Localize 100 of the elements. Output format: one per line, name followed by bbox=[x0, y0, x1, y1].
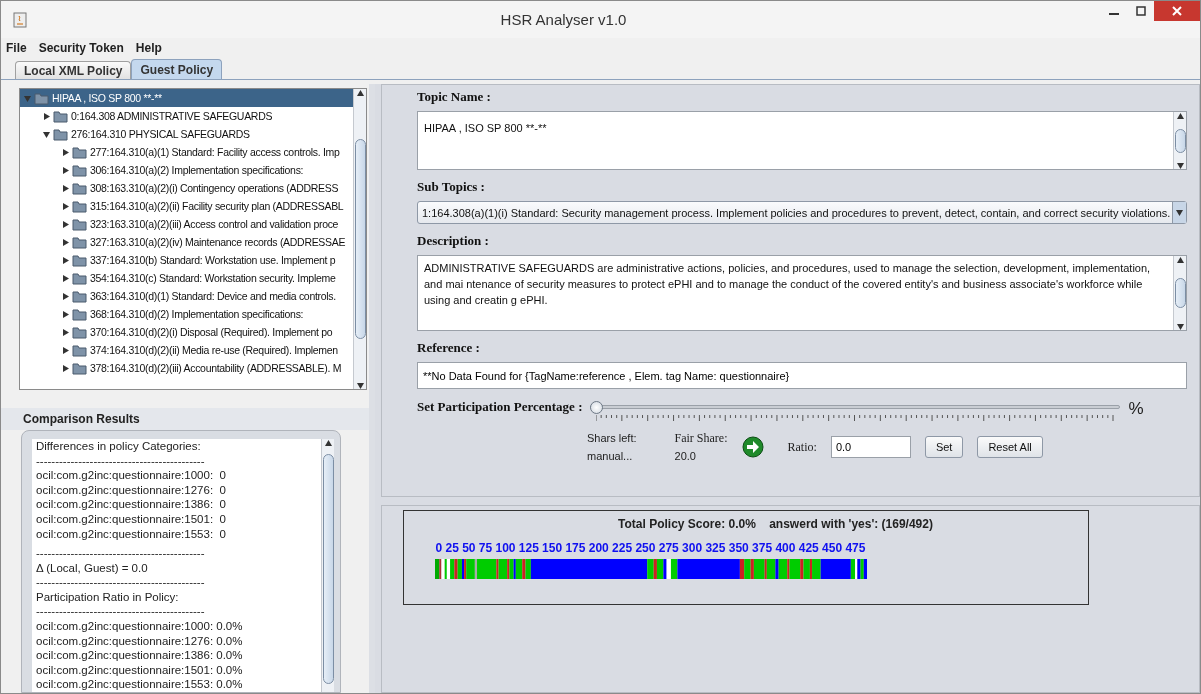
tree-item[interactable]: 370:164.310(d)(2)(i) Disposal (Required). Implement po bbox=[20, 323, 353, 341]
set-button[interactable]: Set bbox=[924, 436, 964, 458]
tree-item[interactable]: 276:164.310 PHYSICAL SAFEGUARDS bbox=[20, 125, 353, 143]
percent-sign: % bbox=[1128, 399, 1144, 419]
tab[interactable]: Local XML Policy bbox=[15, 61, 132, 79]
ratio-field[interactable]: 0.0 bbox=[830, 436, 911, 458]
collapsed-arrow-icon[interactable] bbox=[62, 310, 69, 318]
tree-item[interactable]: 374:164.310(d)(2)(ii) Media re-use (Required). Implemen bbox=[20, 341, 353, 359]
tree-item[interactable]: 315:164.310(a)(2)(ii) Facility security plan (ADDRESSABL bbox=[20, 197, 353, 215]
collapsed-arrow-icon[interactable] bbox=[62, 364, 69, 372]
tree-item[interactable]: 308:163.310(a)(2)(i) Contingency operations (ADDRESS bbox=[20, 179, 353, 197]
tree-item[interactable]: 277:164.310(a)(1) Standard: Facility access controls. Imp bbox=[20, 143, 353, 161]
result-line: ocil:com.g2inc:questionnaire:1501: 0 bbox=[36, 511, 227, 527]
axis-label: 25 bbox=[445, 541, 459, 555]
folder-icon bbox=[72, 199, 87, 213]
collapsed-arrow-icon[interactable] bbox=[62, 346, 69, 354]
topic-name-field[interactable]: HIPAA , ISO SP 800 **-** bbox=[417, 111, 1187, 170]
result-line: ocil:com.g2inc:questionnaire:1386: 0 bbox=[36, 497, 227, 512]
axis-label: 175 bbox=[565, 541, 586, 555]
tree-item[interactable]: 363:164.310(d)(1) Standard: Device and media controls. bbox=[20, 287, 353, 305]
field-label: Set Participation Percentage : bbox=[417, 399, 583, 415]
result-line: ocil:com.g2inc:questionnaire:1276: 0.0% bbox=[36, 633, 244, 649]
collapsed-arrow-icon[interactable] bbox=[62, 166, 69, 174]
tree-item[interactable]: HIPAA , ISO SP 800 **-** bbox=[20, 89, 353, 107]
expanded-arrow-icon[interactable] bbox=[43, 130, 50, 138]
scrollbar[interactable] bbox=[353, 89, 366, 389]
collapsed-arrow-icon[interactable] bbox=[62, 274, 69, 282]
collapsed-arrow-icon[interactable] bbox=[62, 220, 69, 228]
folder-icon bbox=[72, 361, 87, 375]
scrollbar[interactable] bbox=[321, 439, 334, 692]
axis-label: 250 bbox=[635, 541, 656, 555]
maximize-icon bbox=[1135, 6, 1146, 16]
collapsed-arrow-icon[interactable] bbox=[43, 112, 50, 120]
tree-item[interactable]: 368:164.310(d)(2) Implementation specifications: bbox=[20, 305, 353, 323]
scroll-down-icon[interactable] bbox=[1176, 323, 1184, 330]
field-label: Topic Name : bbox=[417, 89, 492, 105]
collapsed-arrow-icon[interactable] bbox=[62, 256, 69, 264]
scroll-down-icon[interactable] bbox=[356, 382, 364, 389]
axis-label: 0 bbox=[435, 541, 443, 555]
slider-thumb[interactable] bbox=[590, 401, 604, 414]
result-line: -------------------------------------------- bbox=[36, 546, 206, 561]
ratio-label: Ratio: bbox=[787, 439, 817, 456]
close-button[interactable] bbox=[1154, 1, 1200, 21]
folder-icon bbox=[72, 145, 87, 159]
tree-item[interactable]: 378:164.310(d)(2)(iii) Accountability (ADDRESSABLE). M bbox=[20, 359, 353, 377]
scroll-thumb[interactable] bbox=[322, 454, 334, 684]
score-summary: Total Policy Score: 0.0% answerd with 'yes': (169/492) bbox=[618, 517, 933, 531]
sub-topics-dropdown[interactable]: 1:164.308(a)(1)(i) Standard: Security management process. Implement policies and procedures to prevent, detect, contain, and correct security violations. bbox=[417, 201, 1187, 224]
tree-item[interactable]: 327:163.310(a)(2)(iv) Maintenance records (ADDRESSAE bbox=[20, 233, 353, 251]
collapsed-arrow-icon[interactable] bbox=[62, 202, 69, 210]
tree-item[interactable]: 0:164.308 ADMINISTRATIVE SAFEGUARDS bbox=[20, 107, 353, 125]
folder-icon bbox=[72, 325, 87, 339]
result-line: ocil:com.g2inc:questionnaire:1553: 0 bbox=[36, 526, 227, 542]
scroll-up-icon[interactable] bbox=[324, 439, 332, 446]
result-line: Differences in policy Categories: bbox=[36, 439, 202, 454]
tab[interactable]: Guest Policy bbox=[131, 59, 223, 79]
scroll-up-icon[interactable] bbox=[1176, 112, 1184, 119]
scroll-up-icon[interactable] bbox=[1176, 256, 1184, 263]
close-icon bbox=[1172, 6, 1182, 16]
scroll-thumb[interactable] bbox=[354, 139, 366, 339]
reset-all-button[interactable]: Reset All bbox=[977, 436, 1043, 458]
tree-item[interactable]: 306:164.310(a)(2) Implementation specifications: bbox=[20, 161, 353, 179]
collapsed-arrow-icon[interactable] bbox=[62, 148, 69, 156]
folder-icon bbox=[72, 181, 87, 195]
scroll-down-icon[interactable] bbox=[1176, 162, 1184, 169]
field-label: Sub Topics : bbox=[417, 179, 486, 195]
participation-slider[interactable] bbox=[590, 401, 1121, 423]
shares-left-label: Shars left: bbox=[587, 431, 637, 446]
field-label: Description : bbox=[417, 233, 490, 249]
result-line: ocil:com.g2inc:questionnaire:1501: 0.0% bbox=[36, 662, 244, 678]
collapsed-arrow-icon[interactable] bbox=[62, 184, 69, 192]
tree-item[interactable]: 323:163.310(a)(2)(iii) Access control and validation proce bbox=[20, 215, 353, 233]
menu-item[interactable]: Security Token bbox=[38, 41, 124, 55]
scroll-up-icon[interactable] bbox=[356, 89, 364, 96]
tree-item[interactable]: 354:164.310(c) Standard: Workstation security. Impleme bbox=[20, 269, 353, 287]
folder-icon bbox=[72, 307, 87, 321]
collapsed-arrow-icon[interactable] bbox=[62, 238, 69, 246]
collapsed-arrow-icon[interactable] bbox=[62, 292, 69, 300]
dropdown-arrow-icon[interactable] bbox=[1176, 209, 1183, 216]
menu-item[interactable]: File bbox=[6, 41, 27, 55]
axis-label: 50 bbox=[462, 541, 476, 555]
scrollbar[interactable] bbox=[1173, 256, 1186, 330]
axis-label: 150 bbox=[542, 541, 563, 555]
tree-item[interactable]: 337:164.310(b) Standard: Workstation use. Implement p bbox=[20, 251, 353, 269]
result-line: ocil:com.g2inc:questionnaire:1276: 0 bbox=[36, 482, 227, 498]
scrollbar[interactable] bbox=[1173, 112, 1186, 169]
menu-item[interactable]: Help bbox=[135, 41, 162, 55]
folder-icon bbox=[72, 235, 87, 249]
axis-label: 75 bbox=[478, 541, 493, 555]
collapsed-arrow-icon[interactable] bbox=[62, 328, 69, 336]
axis-label: 475 bbox=[845, 541, 866, 555]
result-line: ocil:com.g2inc:questionnaire:1553: 0.0% bbox=[36, 677, 244, 692]
result-line: -------------------------------------------- bbox=[36, 453, 206, 469]
description-field[interactable]: ADMINISTRATIVE SAFEGUARDS are administrative actions, policies, and procedures, used to manage the selection, development, implementation, and mai ntenance of security measures to protect ePHI and to manage the conduct of the covered entity's and business associate's workforce while using and creatin g ePHI. bbox=[417, 255, 1187, 331]
axis-label: 375 bbox=[752, 541, 773, 555]
axis-label: 300 bbox=[682, 541, 703, 555]
scroll-thumb[interactable] bbox=[1174, 128, 1186, 153]
axis-label: 275 bbox=[658, 541, 679, 555]
scroll-thumb[interactable] bbox=[1174, 278, 1186, 308]
reference-field[interactable]: **No Data Found for {TagName:reference , Elem. tag Name: questionnaire} bbox=[417, 362, 1187, 389]
